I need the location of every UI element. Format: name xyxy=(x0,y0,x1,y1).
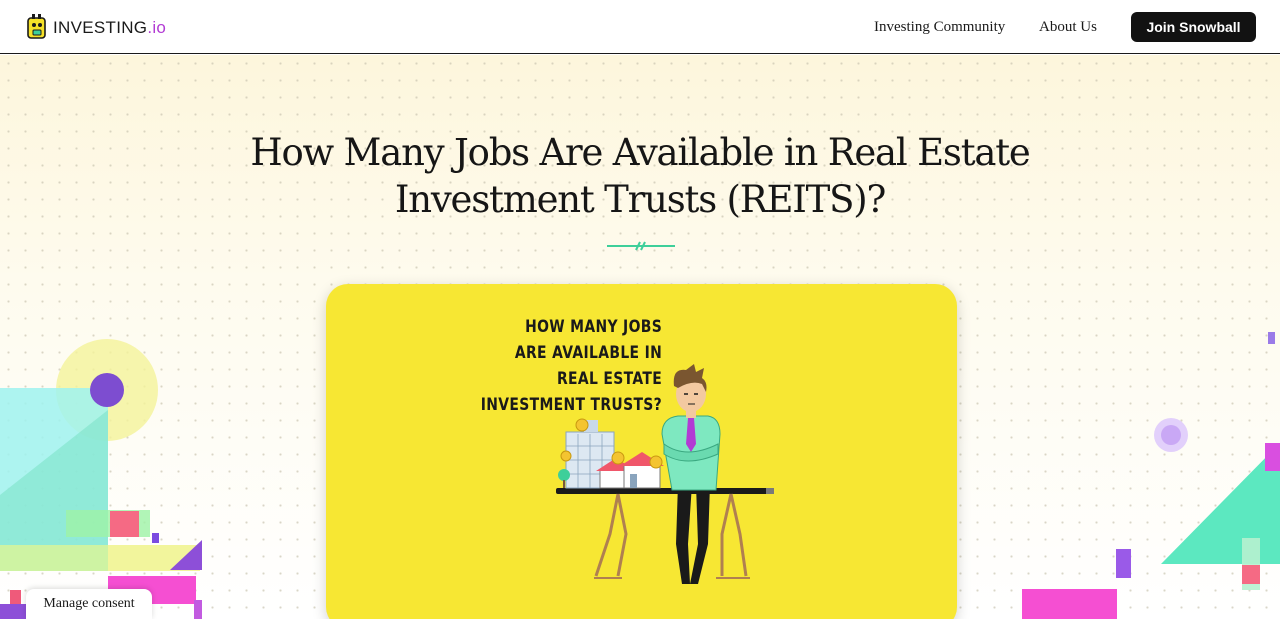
nav-investing-community[interactable]: Investing Community xyxy=(874,19,1005,36)
nav-about-us[interactable]: About Us xyxy=(1039,19,1097,36)
join-snowball-button[interactable]: Join Snowball xyxy=(1131,12,1256,42)
site-header: INVESTING.io Investing Community About U… xyxy=(0,0,1280,54)
divider-icon xyxy=(607,241,675,251)
investing-logo-icon xyxy=(27,14,46,39)
hero-section: How Many Jobs Are Available in Real Esta… xyxy=(0,55,1280,619)
article-title: How Many Jobs Are Available in Real Esta… xyxy=(250,131,1030,221)
character-illustration xyxy=(556,364,774,584)
featured-image-card: HOW MANY JOBS ARE AVAILABLE IN REAL ESTA… xyxy=(326,284,957,619)
site-logo[interactable]: INVESTING.io xyxy=(26,13,166,41)
logo-text: INVESTING.io xyxy=(53,18,167,37)
manage-consent-button[interactable]: Manage consent xyxy=(26,589,152,619)
